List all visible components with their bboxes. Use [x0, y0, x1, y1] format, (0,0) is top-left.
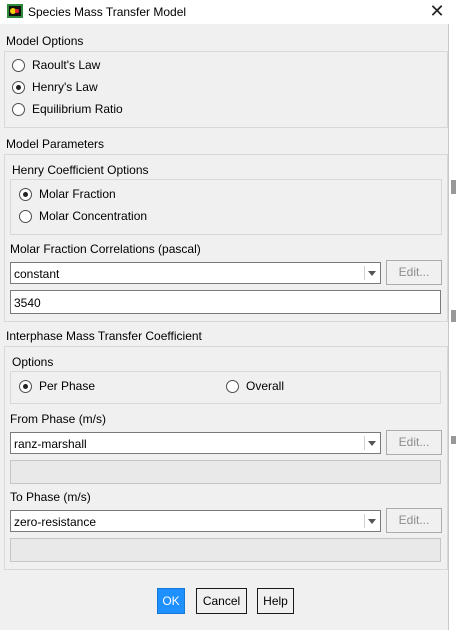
- model-parameters-label: Model Parameters: [6, 137, 105, 151]
- radio-per-phase[interactable]: Per Phase: [19, 379, 95, 393]
- from-phase-select[interactable]: ranz-marshall: [10, 432, 381, 454]
- radio-molar-concentration[interactable]: Molar Concentration: [19, 209, 147, 223]
- radio-raoults-law[interactable]: Raoult's Law: [12, 58, 100, 72]
- to-phase-select[interactable]: zero-resistance: [10, 510, 381, 532]
- select-value: zero-resistance: [14, 515, 97, 529]
- radio-button[interactable]: [226, 379, 239, 393]
- radio-button[interactable]: [12, 102, 25, 116]
- henry-options-label: Henry Coefficient Options: [12, 163, 149, 177]
- radio-label: Overall: [246, 379, 285, 393]
- to-phase-label: To Phase (m/s): [10, 490, 91, 504]
- interphase-label: Interphase Mass Transfer Coefficient: [6, 329, 202, 343]
- select-value: constant: [14, 267, 60, 281]
- ok-button[interactable]: OK: [157, 588, 185, 614]
- select-value: ranz-marshall: [14, 437, 87, 451]
- app-icon: [7, 4, 23, 18]
- radio-label: Molar Fraction: [39, 187, 116, 201]
- input-value: 3540: [14, 296, 41, 310]
- henry-coefficient-input[interactable]: 3540: [10, 290, 441, 314]
- cancel-button[interactable]: Cancel: [196, 588, 247, 614]
- radio-molar-fraction[interactable]: Molar Fraction: [19, 187, 116, 201]
- close-icon: ✕: [429, 1, 445, 21]
- radio-button[interactable]: [19, 379, 32, 393]
- model-options-label: Model Options: [6, 34, 84, 48]
- radio-button[interactable]: [19, 209, 32, 223]
- radio-equilibrium-ratio[interactable]: Equilibrium Ratio: [12, 102, 123, 116]
- radio-label: Henry's Law: [32, 80, 98, 94]
- from-phase-label: From Phase (m/s): [10, 412, 107, 426]
- correlations-label: Molar Fraction Correlations (pascal): [10, 242, 201, 256]
- chevron-down-icon[interactable]: [364, 266, 378, 280]
- title-bar: Species Mass Transfer Model ✕: [0, 0, 456, 24]
- edge-mark: [451, 180, 456, 194]
- from-phase-value-field: [10, 460, 441, 484]
- radio-overall[interactable]: Overall: [226, 379, 284, 393]
- correlation-method-select[interactable]: constant: [10, 262, 381, 284]
- radio-button[interactable]: [19, 187, 32, 201]
- background-window-edge: [448, 24, 456, 630]
- chevron-down-icon[interactable]: [364, 436, 378, 450]
- to-phase-value-field: [10, 538, 441, 562]
- radio-label: Molar Concentration: [39, 209, 148, 223]
- edge-mark: [451, 310, 456, 322]
- help-button[interactable]: Help: [257, 588, 294, 614]
- from-phase-edit-button[interactable]: Edit...: [386, 430, 442, 455]
- radio-button[interactable]: [12, 58, 25, 72]
- radio-label: Per Phase: [39, 379, 96, 393]
- radio-label: Equilibrium Ratio: [32, 102, 123, 116]
- radio-henrys-law[interactable]: Henry's Law: [12, 80, 98, 94]
- interphase-options-label: Options: [12, 355, 54, 369]
- edge-mark: [451, 436, 456, 444]
- correlation-edit-button[interactable]: Edit...: [386, 260, 442, 285]
- close-button[interactable]: ✕: [426, 1, 448, 21]
- chevron-down-icon[interactable]: [364, 514, 378, 528]
- window-title: Species Mass Transfer Model: [28, 5, 187, 19]
- radio-label: Raoult's Law: [32, 58, 101, 72]
- radio-button[interactable]: [12, 80, 25, 94]
- to-phase-edit-button[interactable]: Edit...: [386, 508, 442, 533]
